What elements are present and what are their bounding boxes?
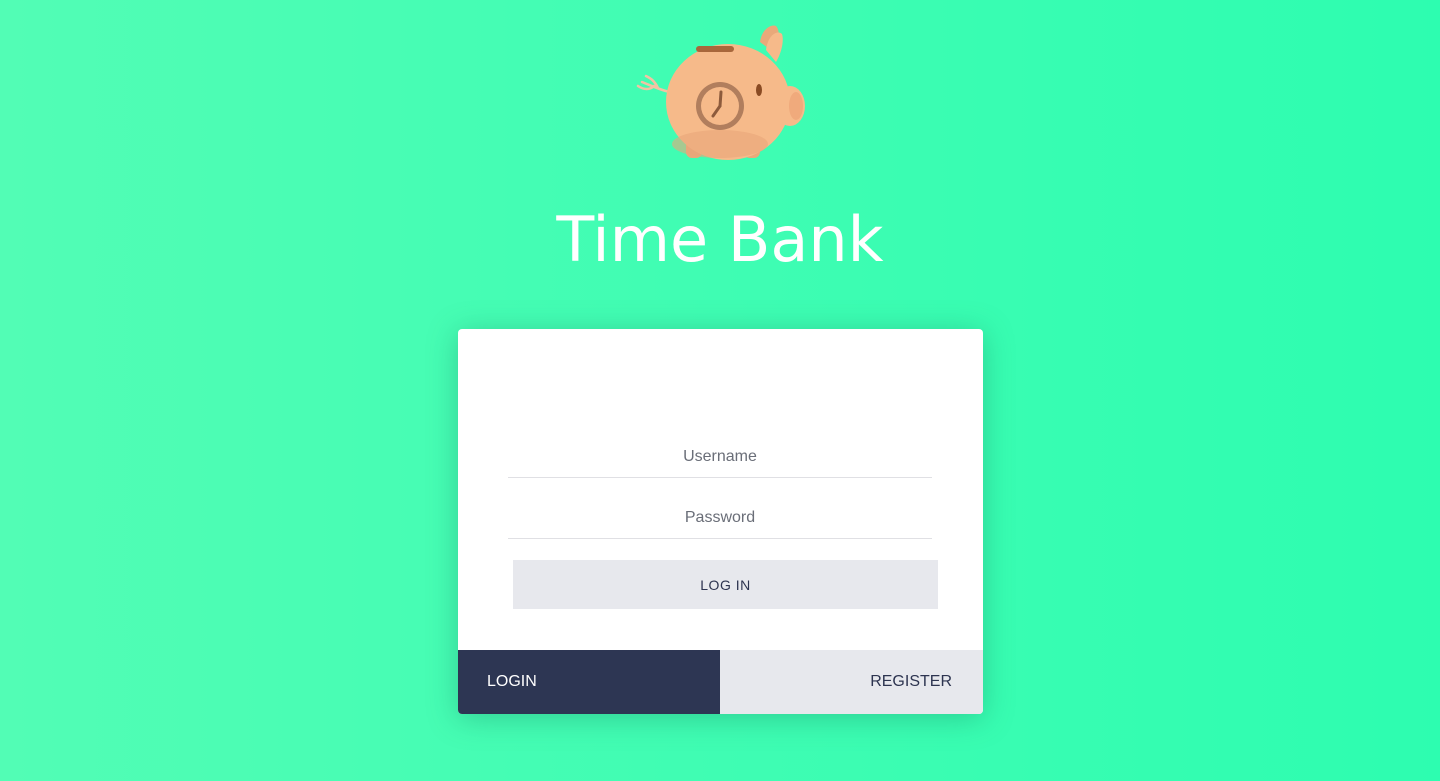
log-in-button[interactable]: LOG IN: [513, 560, 938, 609]
auth-card: LOG IN LOGIN REGISTER: [458, 329, 983, 714]
auth-tabs: LOGIN REGISTER: [458, 650, 983, 714]
tab-register[interactable]: REGISTER: [720, 650, 983, 714]
piggy-bank-clock-icon: [620, 20, 810, 170]
app-title: Time Bank: [556, 203, 884, 276]
username-input[interactable]: [508, 437, 932, 478]
password-input[interactable]: [508, 498, 932, 539]
tab-login[interactable]: LOGIN: [458, 650, 720, 714]
